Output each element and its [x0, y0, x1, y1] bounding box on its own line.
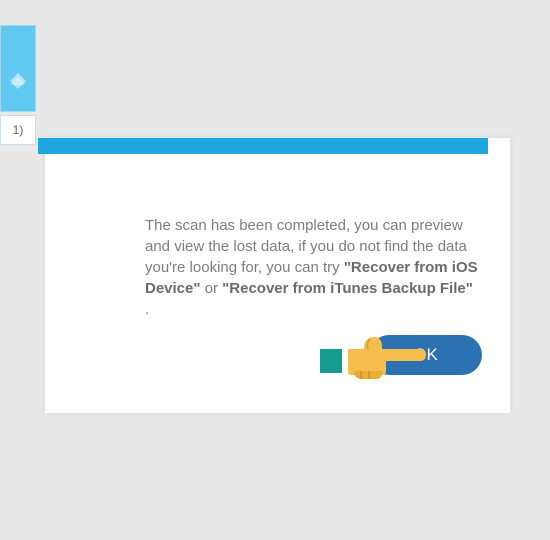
- ok-button-label: OK: [413, 345, 438, 364]
- sidebar-tile-label: 1): [13, 123, 24, 137]
- scan-complete-dialog: The scan has been completed, you can pre…: [45, 138, 510, 413]
- sidebar-tile[interactable]: [0, 25, 36, 112]
- tile-icon: [8, 71, 28, 91]
- dialog-message: The scan has been completed, you can pre…: [145, 215, 480, 320]
- dialog-suffix: .: [145, 301, 149, 318]
- dialog-joiner: or: [205, 280, 223, 297]
- dialog-option-2: "Recover from iTunes Backup File": [222, 280, 473, 297]
- sidebar-tile-label-box: 1): [0, 115, 36, 145]
- dialog-title-bar: [38, 138, 488, 154]
- ok-button[interactable]: OK: [369, 335, 482, 375]
